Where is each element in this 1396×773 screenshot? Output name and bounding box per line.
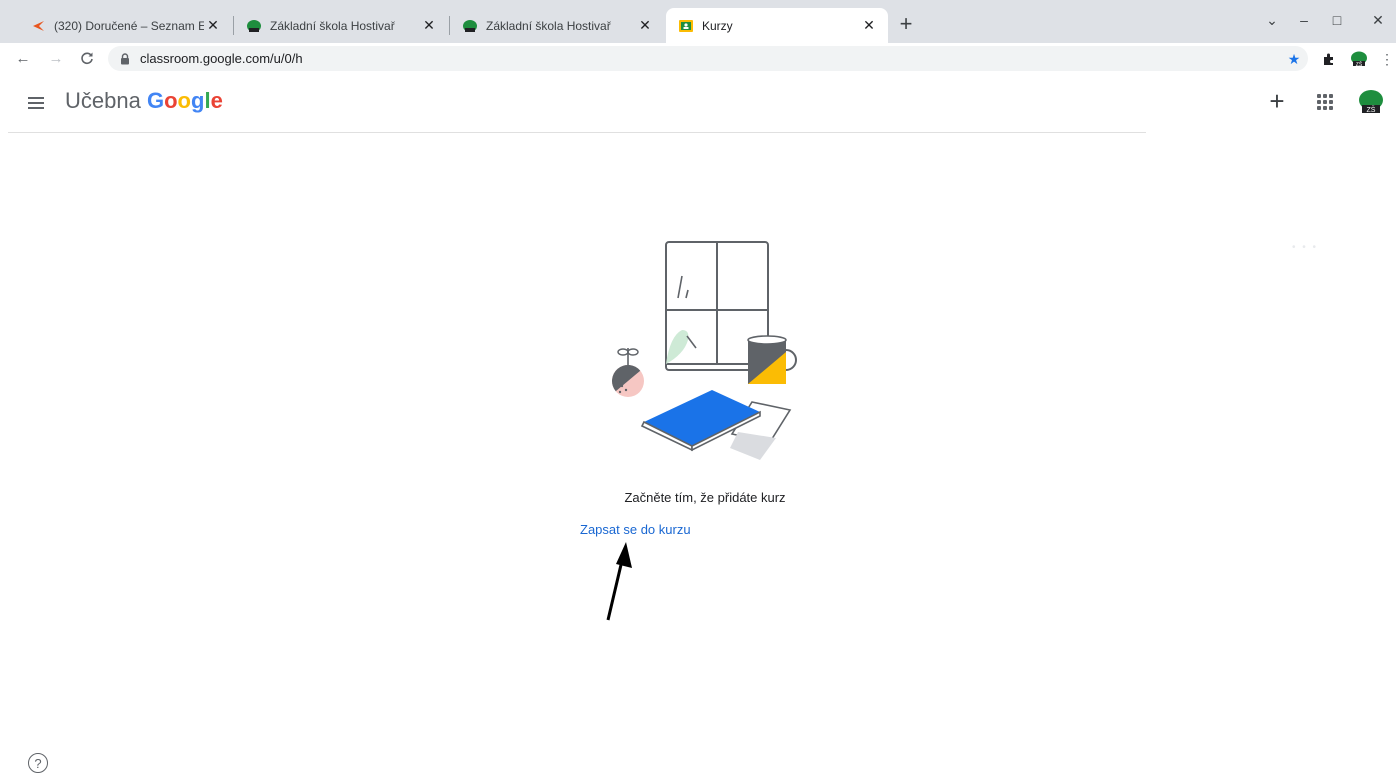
browser-toolbar: ← → classroom.google.com/u/0/h ★ ZŠ ⋮ — [0, 43, 1396, 74]
maximize-button[interactable]: □ — [1323, 8, 1351, 32]
reload-icon[interactable] — [76, 47, 98, 69]
empty-state-message: Začněte tím, že přidáte kurz — [624, 490, 786, 505]
help-icon[interactable]: ? — [28, 753, 48, 773]
classroom-header: Učebna Google + ZŠ — [0, 74, 1396, 133]
school-icon — [462, 18, 478, 34]
seznam-icon — [30, 18, 46, 34]
decorative-dots: • • • — [1292, 242, 1319, 253]
profile-avatar-icon[interactable]: ZŠ — [1348, 48, 1370, 70]
browser-tab-strip: (320) Doručené – Seznam Email ✕ Základní… — [0, 0, 1396, 43]
svg-text:ZŠ: ZŠ — [1367, 105, 1376, 114]
lock-icon — [120, 52, 132, 65]
browser-menu-icon[interactable]: ⋮ — [1376, 48, 1396, 70]
close-icon[interactable]: ✕ — [860, 17, 878, 35]
extensions-icon[interactable] — [1318, 48, 1340, 70]
address-bar[interactable]: classroom.google.com/u/0/h — [108, 46, 1308, 71]
header-divider — [8, 132, 1146, 133]
account-avatar[interactable]: ZŠ — [1357, 88, 1385, 116]
brand-prefix: Učebna — [65, 88, 141, 113]
tab-title: (320) Doručené – Seznam Email — [54, 18, 204, 33]
svg-text:ZŠ: ZŠ — [1356, 61, 1363, 68]
tab-title: Základní škola Hostivař — [270, 18, 395, 33]
add-course-button[interactable]: + — [1265, 88, 1289, 114]
url-text: classroom.google.com/u/0/h — [140, 51, 303, 66]
minimize-button[interactable]: – — [1290, 8, 1318, 32]
join-course-link[interactable]: Zapsat se do kurzu — [580, 522, 691, 537]
tab-zs-hostivar-1[interactable]: Základní škola Hostivař ✕ — [234, 8, 448, 43]
close-icon[interactable]: ✕ — [636, 17, 654, 35]
close-window-button[interactable]: ✕ — [1364, 8, 1392, 32]
classroom-icon — [678, 18, 694, 34]
close-icon[interactable]: ✕ — [204, 17, 222, 35]
empty-state-illustration — [600, 236, 820, 464]
classroom-logo[interactable]: Učebna Google — [65, 88, 223, 114]
new-tab-button[interactable]: + — [894, 13, 918, 37]
tab-seznam-email[interactable]: (320) Doručené – Seznam Email ✕ — [18, 8, 232, 43]
main-menu-icon[interactable] — [28, 92, 50, 114]
school-icon — [246, 18, 262, 34]
tab-search-button[interactable]: ⌄ — [1258, 8, 1286, 32]
brand-google: Google — [146, 88, 223, 113]
bookmark-star-icon[interactable]: ★ — [1283, 48, 1305, 70]
pointer-arrow-annotation — [606, 542, 632, 621]
tab-title: Základní škola Hostivař — [486, 18, 611, 33]
google-apps-icon[interactable] — [1315, 92, 1335, 112]
back-icon[interactable]: ← — [12, 47, 34, 69]
forward-icon[interactable]: → — [45, 47, 67, 69]
tab-zs-hostivar-2[interactable]: Základní škola Hostivař ✕ — [450, 8, 664, 43]
tab-title: Kurzy — [702, 18, 733, 33]
close-icon[interactable]: ✕ — [420, 17, 438, 35]
tab-kurzy[interactable]: Kurzy ✕ — [666, 8, 888, 43]
